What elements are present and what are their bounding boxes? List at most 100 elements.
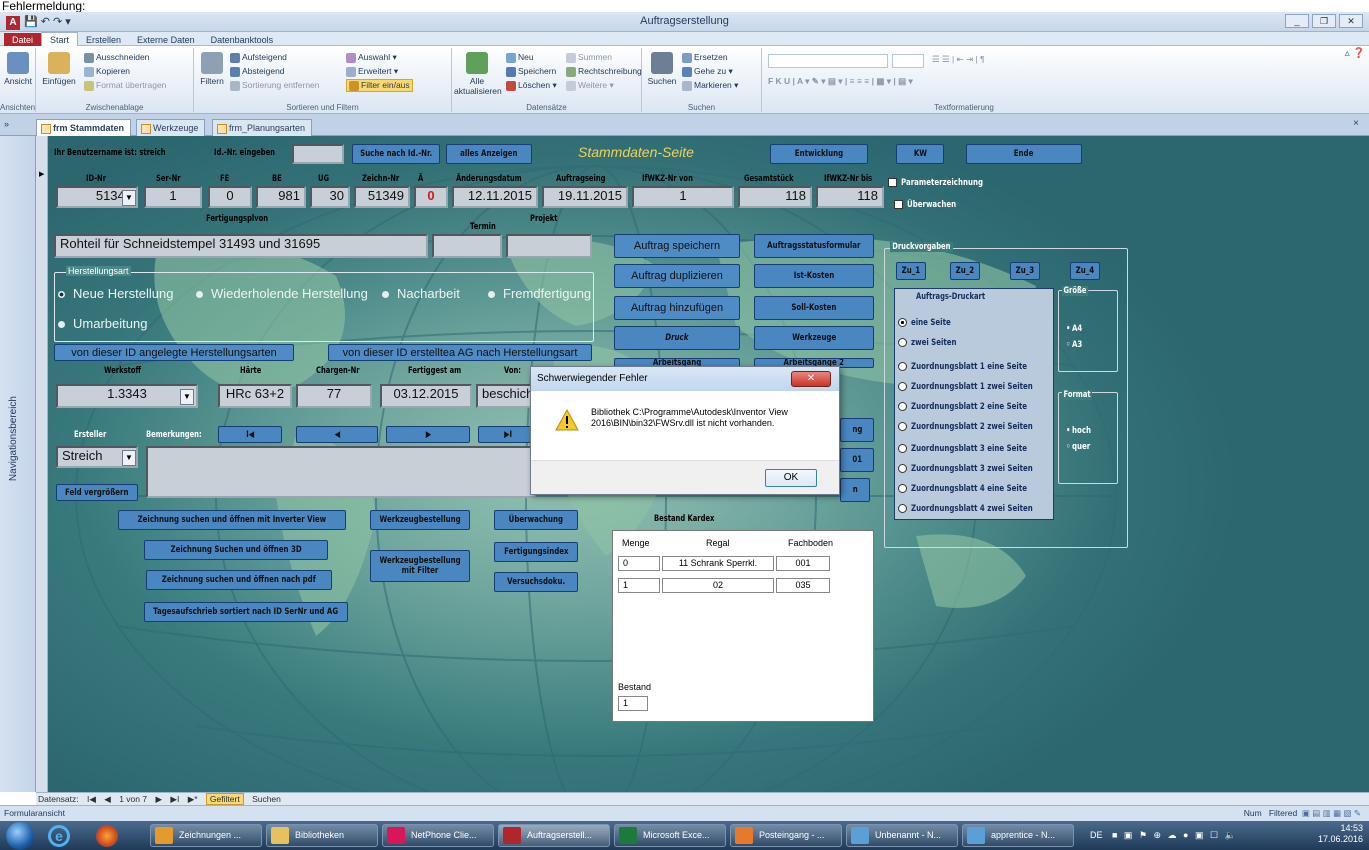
hidden-button-1[interactable]: ng [840,418,874,442]
field-ae[interactable]: 0 [414,186,448,208]
kardex-menge-0[interactable]: 0 [618,556,660,571]
filtered-badge[interactable]: Gefiltert [205,793,244,805]
druckart-option-9[interactable]: Zuordnungsblatt 4 zwei Seiten [898,504,1067,514]
enlarge-field-button[interactable]: Feld vergrößern [56,484,138,501]
zu-4-button[interactable]: Zu_4 [1070,262,1100,280]
werkstoff-dropdown-button[interactable]: ▼ [180,389,194,405]
cut-button[interactable]: Ausschneiden [84,52,149,63]
zu-2-button[interactable]: Zu_2 [950,262,980,280]
taskbar-item-3[interactable]: Auftragserstell... [498,824,610,847]
erstellte-ag-button[interactable]: von dieser ID erstelltea AG nach Herstel… [328,344,592,361]
selection-button[interactable]: Auswahl ▾ [346,52,397,63]
kardex-regal-1[interactable]: 02 [662,578,774,593]
totals-button[interactable]: Summen [566,52,612,63]
projekt-field[interactable] [506,234,592,258]
end-button[interactable]: Ende [966,144,1082,164]
refresh-all-button[interactable]: Alle aktualisieren [454,52,502,96]
firefox-icon[interactable] [96,825,118,847]
tab-externe-daten[interactable]: Externe Daten [129,33,203,47]
taskbar-item-1[interactable]: Bibliotheken [266,824,378,847]
format-painter-button[interactable]: Format übertragen [84,80,166,91]
field-ug[interactable]: 30 [310,186,350,208]
record-selector[interactable]: ▶ [36,136,48,792]
field-zeichn-nr[interactable]: 51349 [354,186,410,208]
navigation-pane[interactable]: Navigationsbereich [0,136,36,792]
taskbar-item-7[interactable]: apprentice - N... [962,824,1074,847]
development-button[interactable]: Entwicklung [770,144,868,164]
druckart-option-0[interactable]: eine Seite [898,318,962,328]
taskbar-item-4[interactable]: Microsoft Exce... [614,824,726,847]
drawing-pdf-button[interactable]: Zeichnung suchen und öffnen nach pdf [146,570,332,590]
close-doc-icon[interactable]: × [1353,118,1359,129]
font-size-select[interactable] [892,54,924,68]
von-field[interactable]: beschich [476,384,536,408]
druckart-option-5[interactable]: Zuordnungsblatt 2 zwei Seiten [898,422,1067,432]
tab-werkzeuge[interactable]: Werkzeuge [136,119,206,136]
view-button[interactable]: Ansicht [4,52,32,86]
drawing-3d-button[interactable]: Zeichnung Suchen und öffnen 3D [144,540,328,560]
start-button[interactable] [6,822,34,850]
goto-button[interactable]: Gehe zu ▾ [682,66,733,77]
taskbar-item-2[interactable]: NetPhone Clie... [382,824,494,847]
status-form-button[interactable]: Auftragsstatusformular [754,234,874,258]
help-icon[interactable]: ▵ ❓ [1345,48,1365,59]
field-fe[interactable]: 0 [208,186,252,208]
field-aenderungsdatum[interactable]: 12.11.2015 [452,186,538,208]
drawing-inventor-view-button[interactable]: Zeichnung suchen und öffnen mit Inverter… [118,510,346,530]
termin-field[interactable] [432,234,502,258]
druckart-option-6[interactable]: Zuordnungsblatt 3 eine Seite [898,444,1060,454]
nav-pane-toggle[interactable]: » [4,119,9,129]
copy-button[interactable]: Kopieren [84,66,130,77]
filter-button[interactable]: Filtern [198,52,226,86]
hidden-button-3[interactable]: n [840,478,870,502]
show-all-button[interactable]: alles Anzeigen [446,144,532,164]
field-gesamtstueck[interactable]: 118 [738,186,812,208]
replace-button[interactable]: Ersetzen [682,52,728,63]
tool-order-filter-button[interactable]: Werkzeugbestellung mit Filter [370,550,470,582]
description-field[interactable]: Rohteil für Schneidstempel 31493 und 316… [54,234,428,258]
field-ser-nr[interactable]: 1 [144,186,202,208]
target-costs-button[interactable]: Soll-Kosten [754,296,874,320]
fertiggestellt-field[interactable]: 03.12.2015 [380,384,472,408]
druckart-option-3[interactable]: Zuordnungsblatt 1 zwei Seiten [898,382,1067,392]
ok-button[interactable]: OK [765,469,817,487]
production-index-button[interactable]: Fertigungsindex [494,542,578,562]
last-record-nav[interactable]: ▶I [170,794,179,804]
tab-datei[interactable]: Datei [4,33,42,47]
zu-3-button[interactable]: Zu_3 [1010,262,1040,280]
close-window-button[interactable]: ✕ [1339,14,1363,28]
spelling-button[interactable]: Rechtschreibung [566,66,642,77]
tool-order-button[interactable]: Werkzeugbestellung [370,510,470,530]
tab-erstellen[interactable]: Erstellen [78,33,129,47]
field-wkz-von[interactable]: 1 [632,186,734,208]
more-button[interactable]: Weitere ▾ [566,80,614,91]
prev-record-nav[interactable]: ◀ [104,794,111,804]
add-order-button[interactable]: Auftrag hinzufügen [614,296,740,320]
option-umarbeitung[interactable]: Umarbeitung [58,316,147,331]
monitoring-button[interactable]: Überwachung [494,510,578,530]
new-record-nav[interactable]: ▶* [188,794,198,804]
internet-explorer-icon[interactable]: e [48,825,70,847]
new-record-button[interactable]: Neu [506,52,534,63]
advanced-button[interactable]: Erweitert ▾ [346,66,398,77]
save-order-button[interactable]: Auftrag speichern [614,234,740,258]
search-id-button[interactable]: Suche nach Id.-Nr. [352,144,440,164]
save-record-button[interactable]: Speichern [506,66,556,77]
kardex-menge-1[interactable]: 1 [618,578,660,593]
tools-button[interactable]: Werkzeuge [754,326,874,350]
chargen-field[interactable]: 77 [296,384,372,408]
record-search[interactable]: Suchen [252,794,281,804]
font-select[interactable] [768,54,888,68]
kardex-regal-0[interactable]: 11 Schrank Sperrkl. [662,556,774,571]
kardex-fachboden-0[interactable]: 001 [776,556,830,571]
actual-costs-button[interactable]: Ist-Kosten [754,264,874,288]
druckart-option-7[interactable]: Zuordnungsblatt 3 zwei Seiten [898,464,1067,474]
remove-sort-button[interactable]: Sortierung entfernen [230,80,320,91]
clock[interactable]: 14:53 17.06.2016 [1318,823,1363,845]
kardex-fachboden-1[interactable]: 035 [776,578,830,593]
first-record-nav[interactable]: I◀ [87,794,96,804]
tab-frm-planungsarten[interactable]: frm_Planungsarten [212,119,313,136]
taskbar-item-5[interactable]: Posteingang - ... [730,824,842,847]
format-option-hoch[interactable]: • hoch [1066,426,1096,436]
paste-button[interactable]: Einfügen [42,52,76,86]
